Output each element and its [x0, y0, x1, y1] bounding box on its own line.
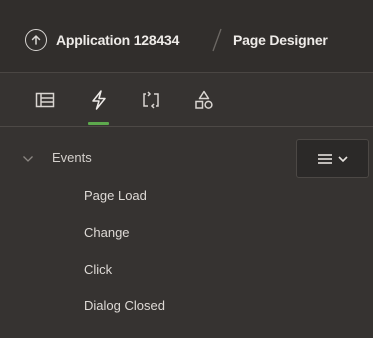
- shared-components-icon: [195, 90, 213, 109]
- tab-shared-components[interactable]: [192, 88, 216, 112]
- page-designer-panel: Application 128434 Page Designer Events …: [0, 0, 373, 338]
- events-group-row[interactable]: Events: [0, 128, 373, 165]
- tree-item-dialog-closed[interactable]: Dialog Closed: [84, 298, 165, 313]
- arrow-up-circle-icon[interactable]: [25, 29, 47, 51]
- tab-rendering[interactable]: [33, 88, 57, 112]
- processing-cycle-icon: [143, 91, 159, 109]
- lightning-bolt-icon: [92, 90, 106, 110]
- tree-item-change[interactable]: Change: [84, 225, 130, 240]
- tab-dynamic-actions[interactable]: [87, 88, 111, 112]
- page-name: Page Designer: [233, 32, 328, 48]
- breadcrumb-separator-icon: [212, 28, 222, 52]
- tab-bar: [0, 74, 373, 127]
- tree-item-click[interactable]: Click: [84, 262, 112, 277]
- rendering-tree-icon: [35, 92, 55, 108]
- tree-item-page-load[interactable]: Page Load: [84, 188, 147, 203]
- chevron-down-icon[interactable]: [22, 154, 34, 164]
- header-bar: Application 128434 Page Designer: [0, 0, 373, 73]
- tab-processing[interactable]: [139, 88, 163, 112]
- active-tab-indicator: [88, 122, 109, 125]
- events-group-label: Events: [52, 150, 92, 165]
- application-name[interactable]: Application 128434: [56, 32, 179, 48]
- events-tree: Events Page Load Change Click Dialog Clo…: [0, 128, 373, 338]
